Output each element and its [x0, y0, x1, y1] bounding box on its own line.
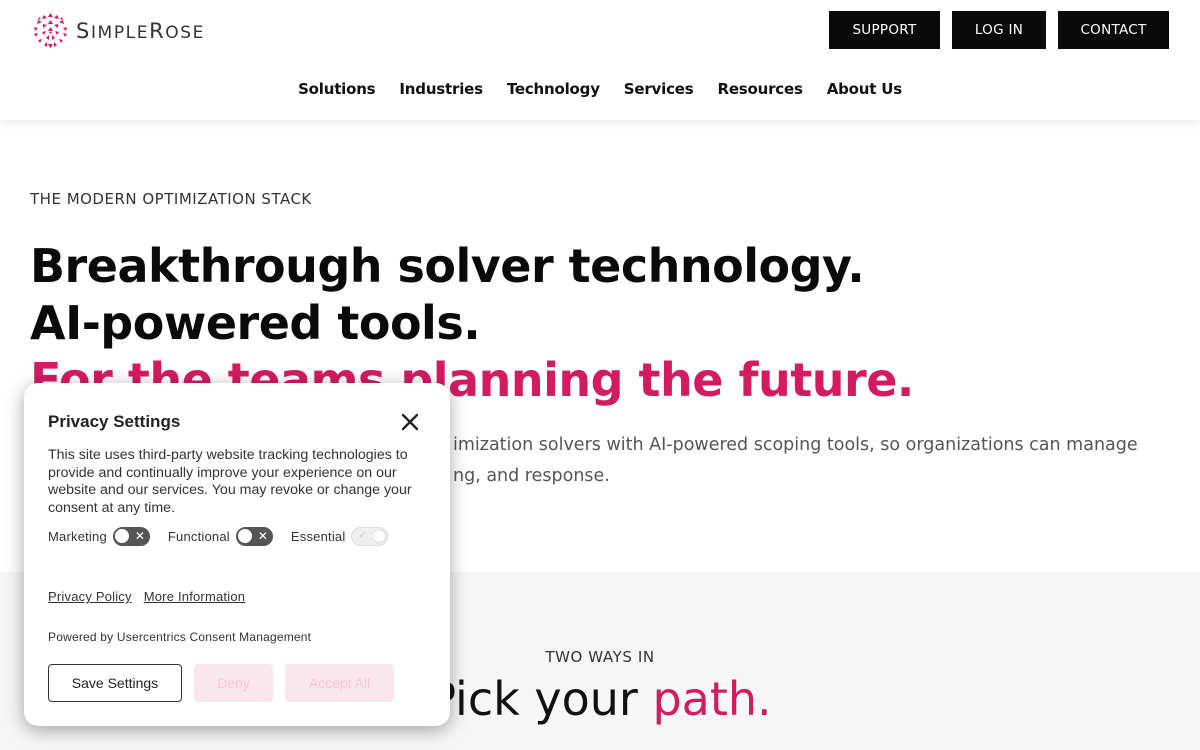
- contact-button[interactable]: CONTACT: [1058, 11, 1169, 49]
- essential-label: Essential: [290, 529, 346, 544]
- consent-toggles: Marketing ✕ Functional ✕ Essential ✓: [48, 527, 406, 546]
- privacy-policy-link[interactable]: Privacy Policy: [48, 589, 132, 604]
- main-nav: Solutions Industries Technology Services…: [0, 80, 1200, 98]
- simplerose-logo[interactable]: SIMPLEROSE: [32, 12, 205, 49]
- privacy-dialog-text: This site uses third-party website track…: [48, 447, 412, 516]
- privacy-dialog-title: Privacy Settings: [48, 412, 181, 431]
- privacy-links: Privacy Policy More Information: [48, 589, 245, 604]
- essential-toggle-group: Essential ✓: [291, 527, 389, 546]
- essential-toggle: ✓: [351, 527, 389, 546]
- nav-item-services[interactable]: Services: [624, 80, 694, 98]
- nav-item-technology[interactable]: Technology: [507, 80, 600, 98]
- support-button[interactable]: SUPPORT: [829, 11, 940, 49]
- marketing-label: Marketing: [48, 529, 107, 544]
- marketing-toggle-group: Marketing ✕: [48, 527, 150, 546]
- header-actions: SUPPORT LOG IN CONTACT: [829, 11, 1169, 49]
- functional-toggle[interactable]: ✕: [235, 527, 273, 546]
- hero-eyebrow: THE MODERN OPTIMIZATION STACK: [30, 190, 312, 208]
- powered-by-text: Powered by Usercentrics Consent Manageme…: [48, 630, 312, 644]
- nav-item-solutions[interactable]: Solutions: [298, 80, 376, 98]
- close-icon: ✕: [257, 529, 268, 543]
- functional-label: Functional: [167, 529, 230, 544]
- close-icon[interactable]: [399, 411, 421, 433]
- toggle-knob: [114, 529, 129, 543]
- privacy-settings-dialog: Privacy Settings This site uses third-pa…: [24, 383, 450, 726]
- login-button[interactable]: LOG IN: [952, 11, 1046, 49]
- check-icon: ✓: [358, 530, 367, 541]
- marketing-toggle[interactable]: ✕: [112, 527, 150, 546]
- deny-button[interactable]: Deny: [194, 664, 273, 702]
- close-icon: ✕: [134, 529, 145, 543]
- save-settings-button[interactable]: Save Settings: [48, 664, 182, 702]
- toggle-knob: [237, 529, 252, 543]
- more-information-link[interactable]: More Information: [144, 589, 245, 604]
- site-header: SIMPLEROSE SUPPORT LOG IN CONTACT Soluti…: [0, 0, 1200, 120]
- hero-heading-line1: Breakthrough solver technology.: [30, 239, 865, 293]
- hero-heading-line2: AI-powered tools.: [30, 296, 481, 350]
- functional-toggle-group: Functional ✕: [168, 527, 273, 546]
- rose-logo-icon: [34, 13, 67, 48]
- nav-item-about-us[interactable]: About Us: [827, 80, 902, 98]
- toggle-knob: [372, 529, 387, 543]
- accept-all-button[interactable]: Accept All: [285, 664, 394, 702]
- nav-item-resources[interactable]: Resources: [717, 80, 802, 98]
- logo-wordmark: SIMPLEROSE: [76, 18, 206, 43]
- nav-item-industries[interactable]: Industries: [399, 80, 483, 98]
